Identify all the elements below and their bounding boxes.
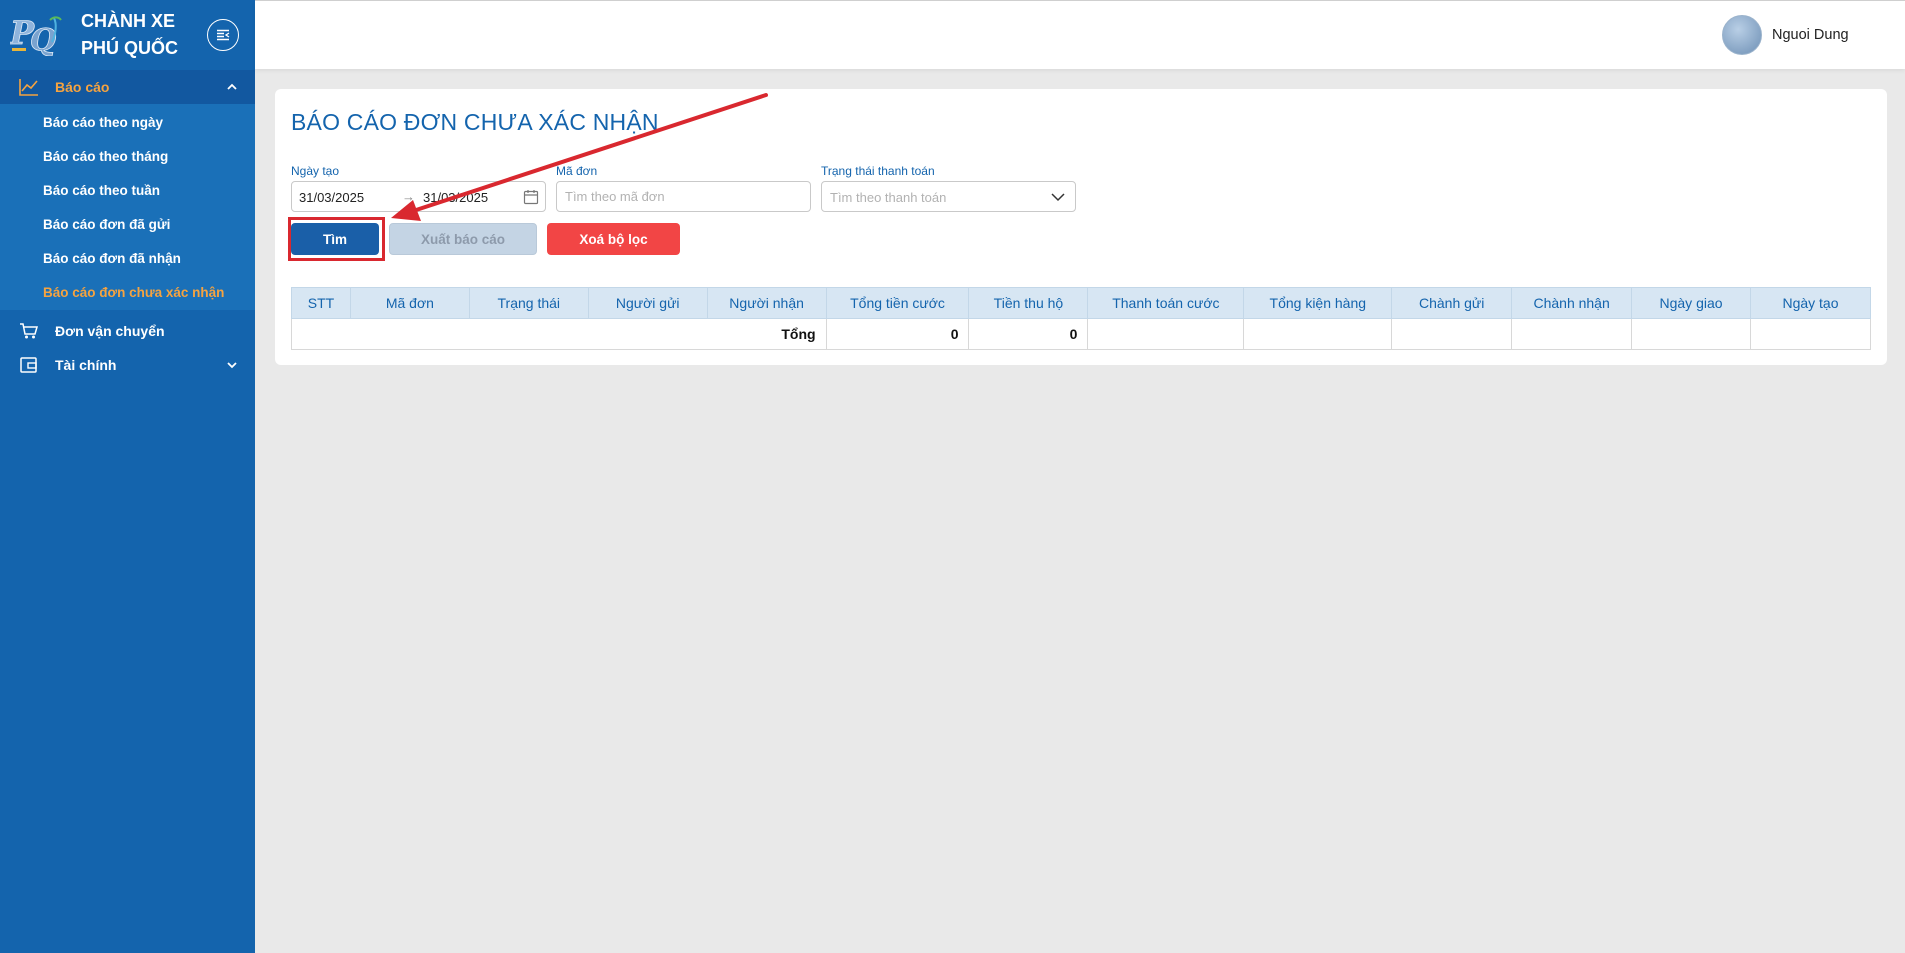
- clear-filters-button[interactable]: Xoá bộ lọc: [547, 223, 680, 255]
- column-header[interactable]: Chành gửi: [1391, 287, 1513, 319]
- sidebar-item-unconfirmed-orders-report[interactable]: Báo cáo đơn chưa xác nhận: [43, 285, 224, 300]
- column-header[interactable]: STT: [291, 287, 351, 319]
- sidebar-group-reports[interactable]: Báo cáo: [0, 70, 255, 104]
- cart-icon: [20, 323, 38, 339]
- column-header[interactable]: Người gửi: [587, 287, 708, 319]
- payment-status-label: Trạng thái thanh toán: [821, 164, 935, 178]
- sidebar-item-daily-report[interactable]: Báo cáo theo ngày: [43, 115, 163, 130]
- date-from[interactable]: 31/03/2025: [299, 190, 364, 205]
- export-report-button[interactable]: Xuất báo cáo: [389, 223, 537, 255]
- column-header[interactable]: Ngày tạo: [1749, 287, 1872, 319]
- sidebar-item-sent-orders-report[interactable]: Báo cáo đơn đã gửi: [43, 217, 170, 232]
- sidebar-item-monthly-report[interactable]: Báo cáo theo tháng: [43, 149, 168, 164]
- column-header[interactable]: Tiền thu hộ: [968, 287, 1089, 319]
- table-cell: [1391, 318, 1513, 350]
- table-cell: [1631, 318, 1751, 350]
- sidebar-group-finance[interactable]: Tài chính: [0, 348, 255, 382]
- table-header-row: STT Mã đơn Trạng thái Người gửi Người nh…: [291, 287, 1872, 319]
- date-range-picker[interactable]: 31/03/2025 → 31/03/2025: [291, 181, 546, 212]
- column-header[interactable]: Thanh toán cước: [1087, 287, 1245, 319]
- range-arrow: →: [402, 189, 415, 204]
- table-cell: [1511, 318, 1633, 350]
- sidebar-group-label: Đơn vận chuyển: [55, 323, 165, 339]
- table-total-row: Tổng 0 0: [291, 318, 1872, 350]
- sidebar-item-weekly-report[interactable]: Báo cáo theo tuần: [43, 183, 160, 198]
- wallet-icon: [20, 357, 37, 373]
- chevron-down-icon: [1051, 193, 1065, 202]
- order-code-input[interactable]: [556, 181, 811, 212]
- column-header[interactable]: Tổng tiền cước: [825, 287, 970, 319]
- sidebar: P Q CHÀNH XE PHÚ QUỐC Báo cáo Báo cáo th…: [0, 0, 255, 953]
- created-date-label: Ngày tạo: [291, 164, 340, 178]
- menu-collapse-icon: [217, 29, 230, 41]
- column-header[interactable]: Người nhận: [706, 287, 827, 319]
- page-title: BÁO CÁO ĐƠN CHƯA XÁC NHẬN: [291, 109, 659, 135]
- sidebar-group-label: Tài chính: [55, 357, 117, 373]
- user-name[interactable]: Nguoi Dung: [1772, 27, 1849, 43]
- column-header[interactable]: Trạng thái: [468, 287, 589, 319]
- sidebar-group-label: Báo cáo: [55, 79, 110, 95]
- order-code-label: Mã đơn: [556, 164, 598, 178]
- total-fee-value: 0: [825, 318, 970, 350]
- table-cell: [1749, 318, 1872, 350]
- report-submenu: Báo cáo theo ngày Báo cáo theo tháng Báo…: [0, 104, 255, 310]
- date-to[interactable]: 31/03/2025: [423, 190, 488, 205]
- column-header[interactable]: Tổng kiện hàng: [1243, 287, 1393, 319]
- total-label: Tổng: [291, 318, 827, 350]
- sidebar-group-shipments[interactable]: Đơn vận chuyển: [0, 314, 255, 348]
- search-button[interactable]: Tìm: [291, 223, 379, 255]
- column-header[interactable]: Ngày giao: [1631, 287, 1751, 319]
- table-cell: [1087, 318, 1245, 350]
- logo-icon: P Q: [10, 14, 62, 56]
- sidebar-toggle-button[interactable]: [207, 19, 239, 51]
- chevron-up-icon: [227, 83, 237, 90]
- column-header[interactable]: Chành nhận: [1511, 287, 1633, 319]
- table-cell: [1243, 318, 1393, 350]
- payment-status-select[interactable]: Tìm theo thanh toán: [821, 181, 1076, 212]
- chevron-down-icon: [227, 362, 237, 369]
- calendar-icon: [523, 190, 539, 205]
- payment-status-placeholder: Tìm theo thanh toán: [830, 190, 947, 205]
- line-chart-icon: [19, 79, 38, 96]
- column-header[interactable]: Mã đơn: [349, 287, 470, 319]
- report-table: STT Mã đơn Trạng thái Người gửi Người nh…: [291, 287, 1872, 350]
- brand-title: CHÀNH XE PHÚ QUỐC: [81, 11, 179, 58]
- top-header: Nguoi Dung: [255, 0, 1905, 69]
- sidebar-item-received-orders-report[interactable]: Báo cáo đơn đã nhận: [43, 251, 181, 266]
- report-card: BÁO CÁO ĐƠN CHƯA XÁC NHẬN Ngày tạo 31/03…: [275, 89, 1887, 365]
- avatar[interactable]: [1722, 15, 1762, 55]
- total-cod-value: 0: [968, 318, 1089, 350]
- brand: P Q CHÀNH XE PHÚ QUỐC: [0, 0, 255, 70]
